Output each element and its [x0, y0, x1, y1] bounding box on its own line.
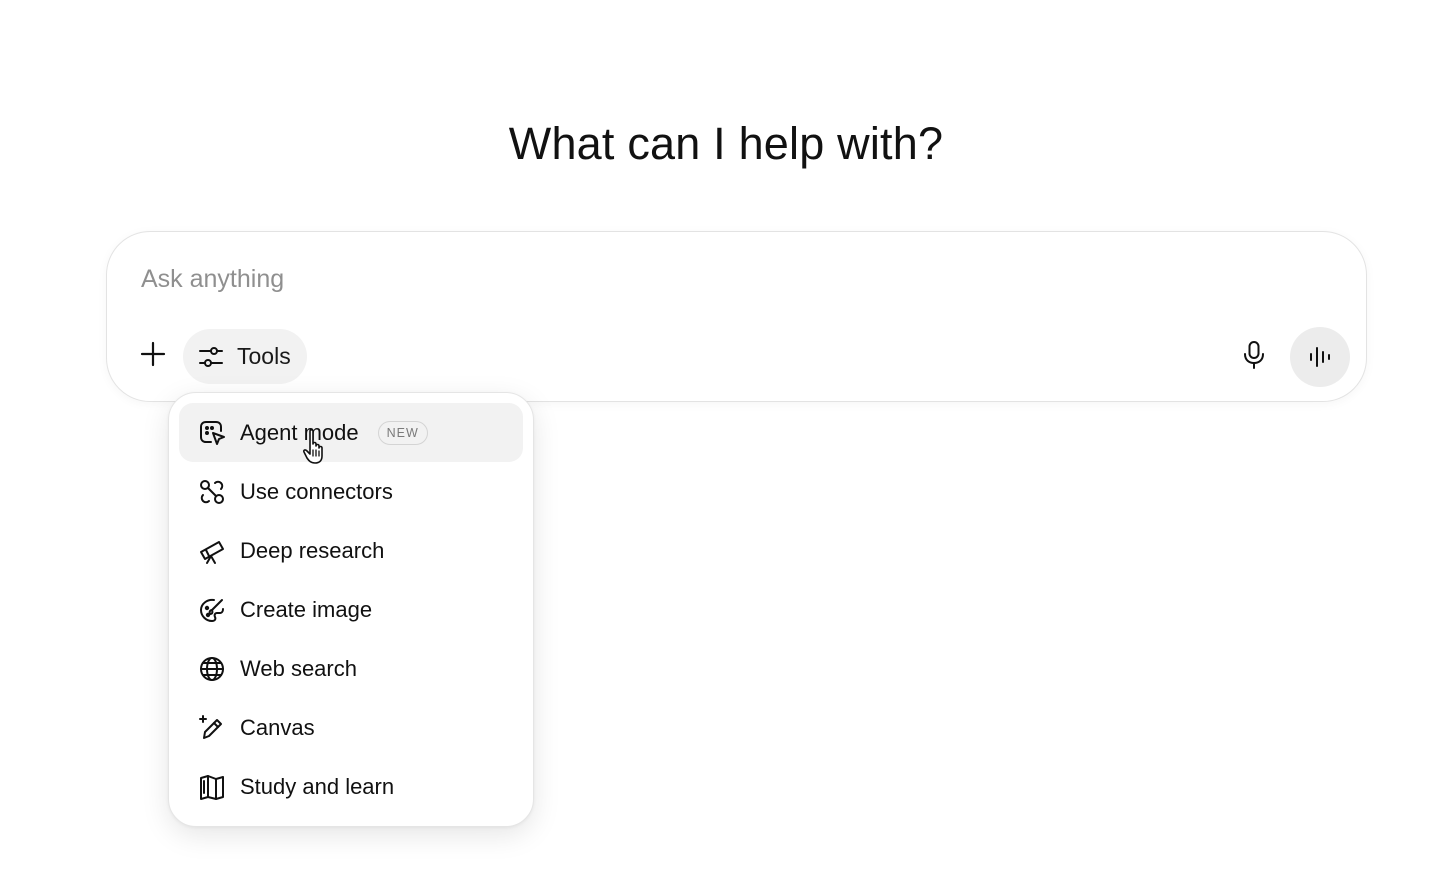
menu-item-study-and-learn[interactable]: Study and learn	[179, 757, 523, 816]
menu-item-agent-mode[interactable]: Agent mode NEW	[179, 403, 523, 462]
prompt-input[interactable]	[141, 262, 1241, 296]
sliders-icon	[199, 346, 223, 367]
voice-mode-button[interactable]	[1290, 327, 1350, 387]
voice-waveform-icon	[1310, 347, 1330, 367]
book-icon	[197, 772, 227, 802]
agent-cursor-icon	[197, 418, 227, 448]
plus-icon	[140, 341, 166, 367]
menu-item-label: Canvas	[240, 714, 315, 740]
menu-item-label: Web search	[240, 655, 357, 681]
pencil-sparkle-icon	[197, 713, 227, 743]
menu-item-label: Create image	[240, 596, 373, 622]
paint-palette-icon	[197, 595, 227, 625]
menu-item-label: Agent mode	[240, 419, 359, 445]
menu-item-web-search[interactable]: Web search	[179, 639, 523, 698]
tools-dropdown-menu: Agent mode NEW Use connectors Deep resea…	[168, 392, 534, 827]
microphone-icon	[1244, 341, 1264, 369]
dictate-button[interactable]	[1232, 332, 1276, 378]
tools-label: Tools	[237, 343, 291, 369]
menu-item-label: Deep research	[240, 537, 385, 563]
menu-item-use-connectors[interactable]: Use connectors	[179, 462, 523, 521]
menu-item-deep-research[interactable]: Deep research	[179, 521, 523, 580]
tools-button[interactable]: Tools	[183, 329, 307, 384]
menu-item-canvas[interactable]: Canvas	[179, 698, 523, 757]
connectors-icon	[197, 477, 227, 507]
telescope-icon	[197, 536, 227, 566]
page-title: What can I help with?	[508, 118, 944, 169]
chat-home-page: What can I help with? Tools	[0, 0, 1452, 886]
menu-item-label: Study and learn	[240, 773, 395, 799]
globe-icon	[197, 654, 227, 684]
new-badge: NEW	[377, 420, 428, 445]
prompt-composer: Tools	[106, 231, 1367, 402]
menu-item-label: Use connectors	[240, 478, 393, 504]
menu-item-create-image[interactable]: Create image	[179, 580, 523, 639]
add-attachment-button[interactable]	[131, 332, 175, 376]
